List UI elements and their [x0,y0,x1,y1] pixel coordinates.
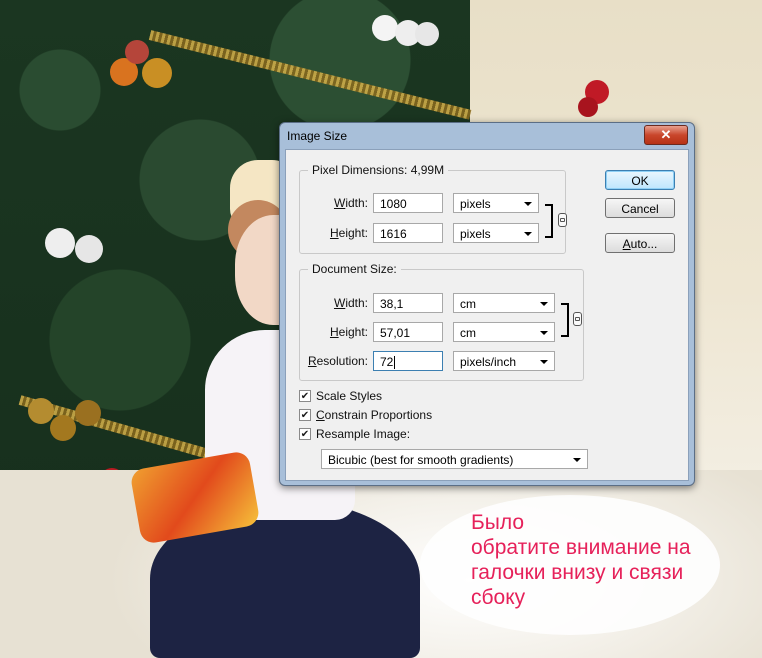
chevron-down-icon [540,302,548,306]
resample-method-select[interactable]: Bicubic (best for smooth gradients) [321,449,588,469]
pixel-height-label: Height: [310,226,368,240]
chevron-down-icon [524,232,532,236]
chevron-down-icon [524,202,532,206]
resample-image-checkbox[interactable]: ✔ [299,428,311,440]
chevron-down-icon [540,360,548,364]
annotation-line: сбоку [471,586,526,609]
doc-link-bracket [561,303,569,337]
chevron-down-icon [540,331,548,335]
image-size-dialog: Image Size ✕ Pixel Dimensions: 4,99M Wid… [279,122,695,486]
resolution-unit-select[interactable]: pixels/inch [453,351,555,371]
pixel-dimensions-size: 4,99M [410,163,445,177]
resolution-label-mnemonic: R [307,354,317,368]
chain-link-icon [573,312,582,326]
dialog-body: Pixel Dimensions: 4,99M Width: 1080 pixe… [285,149,689,481]
annotation-line: обратите внимание на [471,536,691,559]
auto-text: uto... [630,237,658,251]
pixel-width-input[interactable]: 1080 [373,193,443,213]
resolution-unit: pixels/inch [460,355,517,369]
document-size-group: Document Size: Width: 38,1 cm Height: 57… [299,262,584,381]
scale-styles-checkbox[interactable]: ✔ [299,390,311,402]
pixel-height-unit: pixels [460,227,491,241]
pixel-width-label-mnemonic: W [333,196,346,210]
resample-method: Bicubic (best for smooth gradients) [328,453,514,467]
doc-height-label: Height: [304,325,368,339]
doc-height-unit: cm [460,326,476,340]
resample-image-label: Resample Image: [316,427,411,441]
doc-width-label-text: idth: [345,296,368,310]
chevron-down-icon [573,458,581,462]
pixel-width-unit: pixels [460,197,491,211]
text-caret [394,356,396,370]
dialog-title: Image Size [287,129,348,143]
dialog-titlebar[interactable]: Image Size ✕ [280,123,694,147]
doc-width-label-mnemonic: W [333,296,346,310]
document-size-title: Document Size: [308,262,401,276]
doc-width-input[interactable]: 38,1 [373,293,443,313]
auto-button[interactable]: Auto... [605,233,675,253]
constrain-proportions-label: Constrain Proportions [316,408,432,422]
constrain-text: onstrain Proportions [324,408,433,422]
pixel-link-bracket [545,204,553,238]
doc-height-label-text: eight: [338,325,368,339]
constrain-mnemonic: C [316,408,325,422]
pixel-height-label-mnemonic: H [329,226,339,240]
close-button[interactable]: ✕ [644,125,688,145]
pixel-dimensions-title: Pixel Dimensions: 4,99M [308,163,449,177]
close-icon: ✕ [660,127,672,142]
pixel-width-label-text: idth: [345,196,368,210]
annotation-line: галочки внизу и связи [471,561,684,584]
resolution-label-text: esolution: [316,354,368,368]
pixel-height-unit-select[interactable]: pixels [453,223,539,243]
cancel-button[interactable]: Cancel [605,198,675,218]
resolution-label: Resolution: [300,354,368,368]
doc-width-label: Width: [304,296,368,310]
pixel-dimensions-label: Pixel Dimensions: [312,163,408,177]
doc-width-unit: cm [460,297,476,311]
auto-mnemonic: A [622,237,631,251]
pixel-width-unit-select[interactable]: pixels [453,193,539,213]
constrain-proportions-checkbox[interactable]: ✔ [299,409,311,421]
doc-height-input[interactable]: 57,01 [373,322,443,342]
doc-width-unit-select[interactable]: cm [453,293,555,313]
annotation-text: Было обратите внимание на галочки внизу … [471,510,691,610]
chain-link-icon [558,213,567,227]
ok-button[interactable]: OK [605,170,675,190]
pixel-width-label: Width: [310,196,368,210]
resolution-input[interactable]: 72 [373,351,443,371]
pixel-height-label-text: eight: [338,226,368,240]
scale-styles-label: Scale Styles [316,389,383,403]
resolution-value: 72 [380,355,394,369]
pixel-dimensions-group: Pixel Dimensions: 4,99M Width: 1080 pixe… [299,163,567,254]
doc-height-unit-select[interactable]: cm [453,322,555,342]
annotation-line: Было [471,511,525,534]
doc-height-label-mnemonic: H [329,325,339,339]
pixel-height-input[interactable]: 1616 [373,223,443,243]
